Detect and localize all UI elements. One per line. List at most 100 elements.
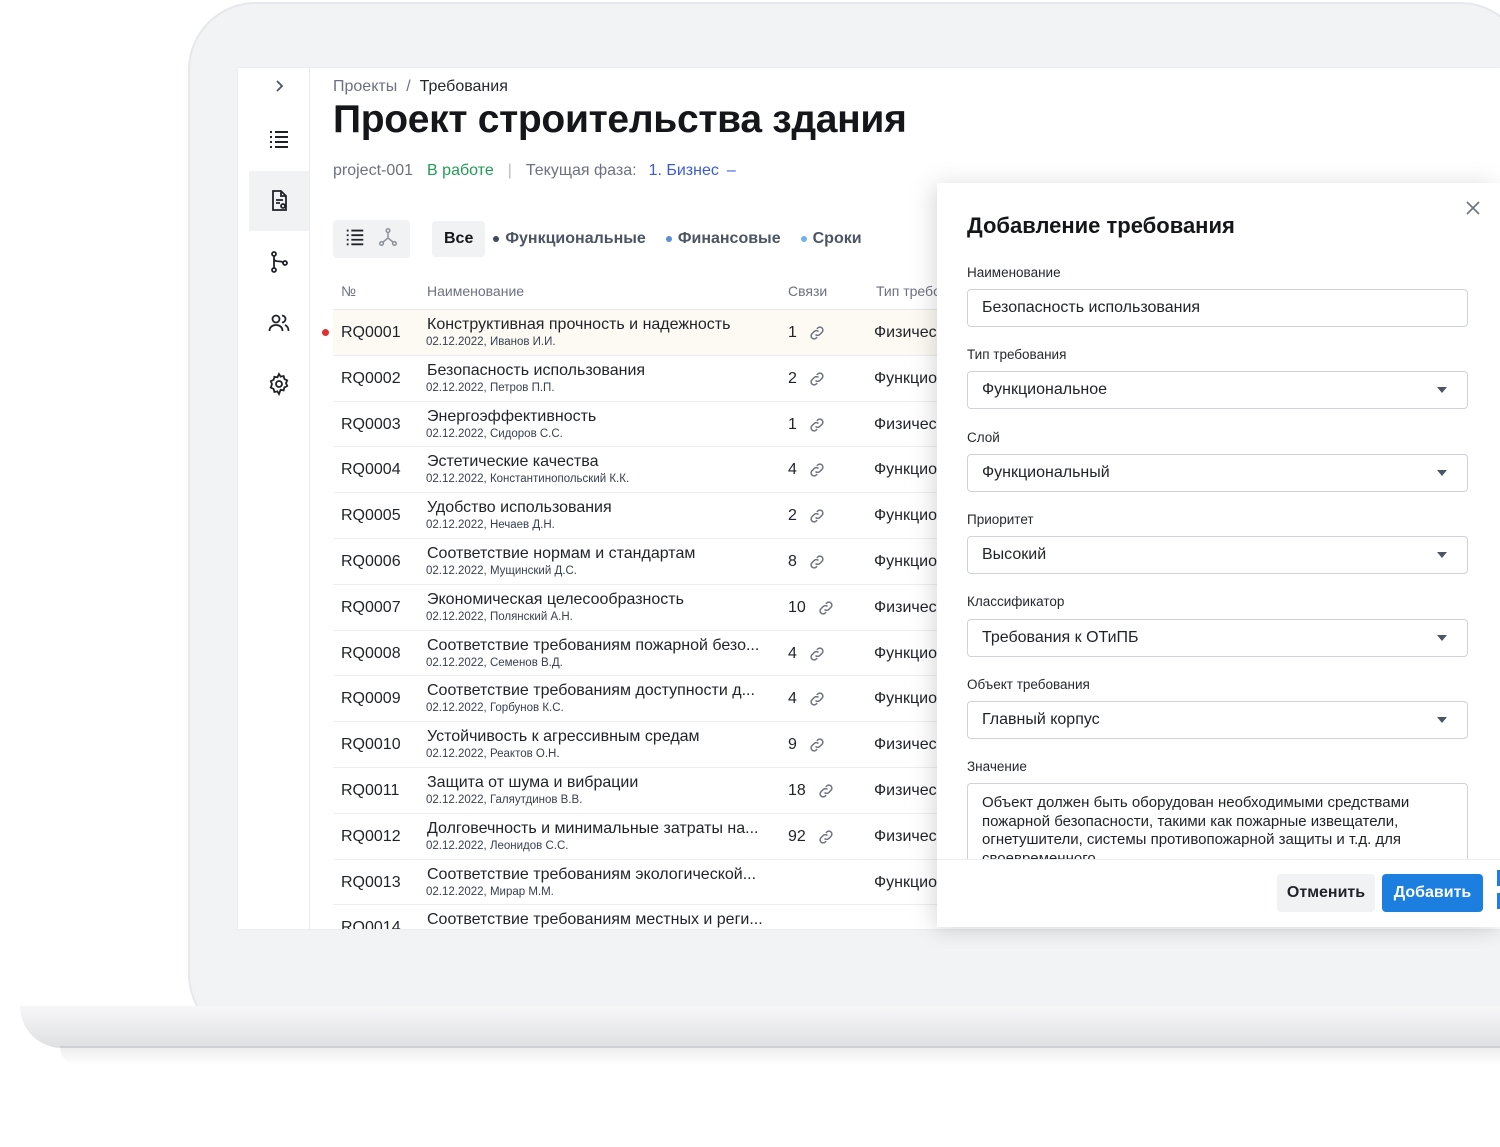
breadcrumb-projects[interactable]: Проекты <box>333 78 397 95</box>
row-number: RQ0002 <box>341 369 401 387</box>
table-row[interactable]: RQ0003 Энергоэффективность 02.12.2022, Сид… <box>333 402 1033 448</box>
sidebar-item-settings[interactable] <box>249 354 309 414</box>
row-name[interactable]: Соответствие требованиям экологической..… <box>427 866 756 884</box>
row-name[interactable]: Эстетические качества <box>427 453 598 471</box>
link-icon[interactable] <box>808 324 826 342</box>
column-name[interactable]: Наименование <box>427 283 524 299</box>
priority-select[interactable]: Высокий <box>967 536 1468 574</box>
sidebar-item-requirements[interactable] <box>249 171 309 231</box>
row-type: Физичес <box>874 415 937 433</box>
row-name[interactable]: Соответствие требованиям пожарной безо..… <box>427 637 759 655</box>
table-row[interactable]: RQ0006 Соответствие нормам и стандартам 02… <box>333 539 1033 585</box>
chevron-down-icon <box>1437 387 1447 393</box>
table-row[interactable]: RQ0002 Безопасность использования 02.12.20… <box>333 356 1033 402</box>
table-row[interactable]: RQ0013 Соответствие требованиям экологиче… <box>333 860 1033 906</box>
table-row[interactable]: RQ0005 Удобство использования 02.12.2022, … <box>333 493 1033 539</box>
links-count: 4 <box>788 461 797 479</box>
row-number: RQ0012 <box>341 827 401 845</box>
row-meta: 02.12.2022, Иванов И.И. <box>426 336 556 348</box>
close-icon[interactable] <box>1463 198 1483 218</box>
table-row[interactable]: RQ0007 Экономическая целесообразность 02.1… <box>333 585 1033 631</box>
link-icon[interactable] <box>808 736 826 754</box>
phase-suffix: – <box>726 162 736 179</box>
links-count: 8 <box>788 552 797 570</box>
row-type: Физичес <box>874 827 937 845</box>
panel-footer: Отменить Добавить <box>937 859 1500 927</box>
filter-deadlines[interactable]: Сроки <box>800 230 862 248</box>
table-row[interactable]: RQ0008 Соответствие требованиям пожарной … <box>333 631 1033 677</box>
filter-dot <box>493 236 500 242</box>
status-badge[interactable]: В работе <box>427 162 494 180</box>
sidebar <box>238 68 310 929</box>
table-body: RQ0001 Конструктивная прочность и надежно… <box>322 310 1033 929</box>
row-type: Функцио <box>874 369 937 387</box>
row-links: 4 <box>788 645 826 663</box>
row-type: Функцио <box>874 461 937 479</box>
breadcrumb-separator: / <box>406 78 411 95</box>
link-icon[interactable] <box>808 461 826 479</box>
column-type[interactable]: Тип требо <box>876 283 941 299</box>
project-code: project-001 <box>333 162 414 179</box>
cancel-button[interactable]: Отменить <box>1277 874 1375 912</box>
link-icon[interactable] <box>817 782 835 800</box>
row-name[interactable]: Долговечность и минимальные затраты на..… <box>427 820 759 838</box>
row-name[interactable]: Соответствие требованиям местных и реги.… <box>427 911 763 929</box>
link-icon[interactable] <box>808 370 826 388</box>
layer-value: Функциональный <box>982 464 1110 481</box>
table-row[interactable]: RQ0004 Эстетические качества 02.12.2022, К… <box>333 447 1033 494</box>
column-links[interactable]: Связи <box>788 283 827 299</box>
column-number[interactable]: № <box>341 283 356 299</box>
link-icon[interactable] <box>817 599 835 617</box>
name-value: Безопасность использования <box>982 299 1201 316</box>
row-meta: 02.12.2022, Константинопольский К.К. <box>426 473 630 486</box>
table-row[interactable]: RQ0009 Соответствие требованиям доступнос… <box>333 676 1033 723</box>
row-name[interactable]: Защита от шума и вибрации <box>427 774 638 792</box>
filter-all[interactable]: Все <box>432 221 486 257</box>
chevron-down-icon <box>1437 552 1447 558</box>
table-row[interactable]: RQ0001 Конструктивная прочность и надежно… <box>322 310 1033 356</box>
row-name[interactable]: Соответствие требованиям доступности д..… <box>427 682 755 700</box>
row-type: Функцио <box>874 507 937 525</box>
sidebar-item-branches[interactable] <box>249 232 309 292</box>
row-name[interactable]: Удобство использования <box>427 499 612 517</box>
classifier-select[interactable]: Требования к ОТиПБ <box>967 619 1468 657</box>
table-row[interactable]: RQ0010 Устойчивость к агрессивным средам 0… <box>333 722 1033 768</box>
name-field[interactable]: Безопасность использования <box>967 289 1468 327</box>
link-icon[interactable] <box>808 690 826 708</box>
row-meta: 02.12.2022, Нечаев Д.Н. <box>426 519 555 532</box>
sidebar-item-list[interactable] <box>249 109 309 169</box>
table-row[interactable]: RQ0011 Защита от шума и вибрации 02.12.202… <box>333 768 1033 814</box>
link-icon[interactable] <box>808 553 826 571</box>
row-name[interactable]: Устойчивость к агрессивным средам <box>427 728 700 746</box>
link-icon[interactable] <box>808 416 826 434</box>
row-links: 10 <box>788 599 835 617</box>
phase-value[interactable]: 1. Бизнес <box>649 162 719 180</box>
type-select[interactable]: Функциональное <box>967 371 1468 409</box>
object-select[interactable]: Главный корпус <box>967 701 1468 739</box>
link-icon[interactable] <box>808 645 826 663</box>
links-count: 9 <box>788 736 797 754</box>
laptop-shadow <box>60 1046 1500 1066</box>
layer-select[interactable]: Функциональный <box>967 454 1468 492</box>
row-name[interactable]: Конструктивная прочность и надежность <box>427 316 730 334</box>
table-row[interactable]: RQ0012 Долговечность и минимальные затрат… <box>333 814 1033 860</box>
filter-functional[interactable]: Функциональные <box>493 230 646 248</box>
list-view-button[interactable] <box>344 226 366 253</box>
row-number: RQ0006 <box>341 552 401 570</box>
table-row[interactable]: RQ0014 Соответствие требованиям местных и… <box>333 905 1033 929</box>
object-value: Главный корпус <box>982 711 1100 728</box>
add-button[interactable]: Добавить <box>1382 874 1483 912</box>
filter-financial[interactable]: Финансовые <box>665 230 781 248</box>
link-icon[interactable] <box>808 507 826 525</box>
row-name[interactable]: Энергоэффективность <box>427 408 596 426</box>
row-name[interactable]: Безопасность использования <box>427 362 645 380</box>
classifier-label: Классификатор <box>967 594 1065 609</box>
sidebar-item-users[interactable] <box>249 293 309 353</box>
link-icon[interactable] <box>817 828 835 846</box>
row-name[interactable]: Соответствие нормам и стандартам <box>427 545 695 563</box>
chevron-down-icon <box>1437 470 1447 476</box>
row-number: RQ0008 <box>341 644 401 662</box>
graph-view-button[interactable] <box>377 226 399 253</box>
row-number: RQ0014 <box>341 919 401 929</box>
row-name[interactable]: Экономическая целесообразность <box>427 591 684 609</box>
